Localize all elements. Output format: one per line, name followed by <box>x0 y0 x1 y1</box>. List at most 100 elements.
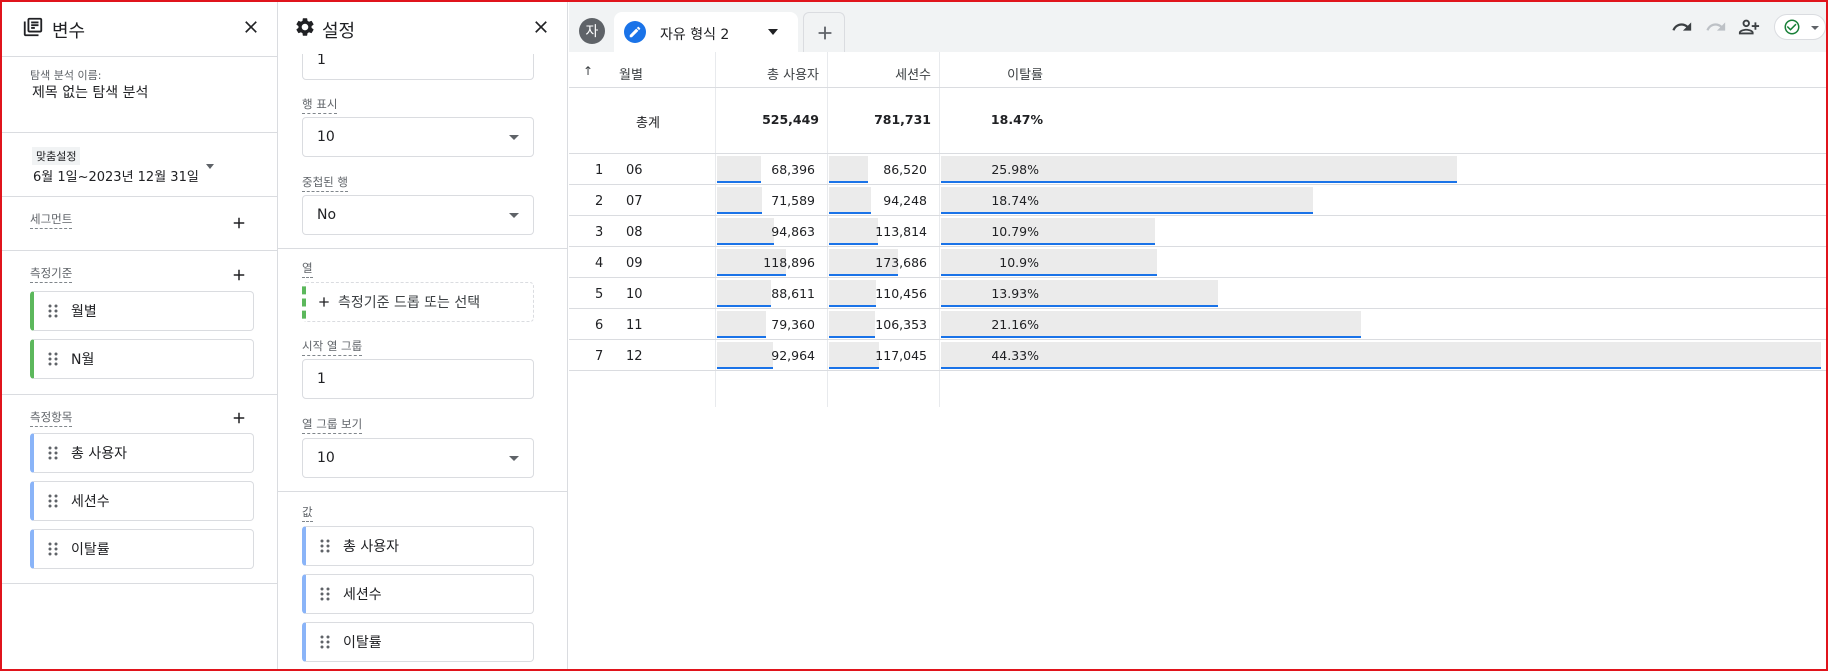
dropdown-arrow-icon <box>509 213 519 218</box>
share-user-icon[interactable] <box>1738 16 1760 38</box>
start-col-group-value: 1 <box>317 371 326 387</box>
table-row[interactable]: 1 06 68,396 86,520 25.98% <box>569 154 1826 185</box>
avatar[interactable]: 자 <box>579 18 605 44</box>
table-row[interactable]: 4 09 118,896 173,686 10.9% <box>569 247 1826 278</box>
users-bar-line <box>717 243 774 245</box>
value-chip[interactable]: 총 사용자 <box>302 526 534 566</box>
drag-handle-icon[interactable] <box>47 352 59 366</box>
value-chip[interactable]: 이탈률 <box>302 622 534 662</box>
drag-handle-icon[interactable] <box>47 542 59 556</box>
main-area: 자 자유 형식 2 ↑ 월별 총 사용자 세션수 이탈률 총계 525,449 … <box>569 2 1826 669</box>
bounce-bar-line <box>941 243 1155 245</box>
row-month: 12 <box>626 349 643 364</box>
table-row[interactable]: 2 07 71,589 94,248 18.74% <box>569 185 1826 216</box>
sessions-bar-line <box>829 274 898 276</box>
add-metric-icon[interactable] <box>230 409 248 427</box>
tab-label: 자유 형식 2 <box>660 27 730 43</box>
columns-drop-zone[interactable]: 측정기준 드롭 또는 선택 <box>302 282 534 322</box>
column-header[interactable]: 세션수 <box>827 64 931 83</box>
row-sessions: 106,353 <box>875 317 927 332</box>
column-header[interactable]: 총 사용자 <box>715 64 819 83</box>
row-sessions: 117,045 <box>875 348 927 363</box>
check-circle-icon <box>1784 19 1800 35</box>
users-bar-line <box>717 181 761 183</box>
divider <box>2 583 277 584</box>
table-row[interactable]: 5 10 88,611 110,456 13.93% <box>569 278 1826 309</box>
start-col-group-label: 시작 열 그룹 <box>302 338 363 356</box>
row-index: 7 <box>595 349 604 364</box>
row-index: 3 <box>595 225 604 240</box>
add-tab-button[interactable] <box>803 12 845 52</box>
chevron-down-icon[interactable] <box>206 164 214 169</box>
segments-section: 세그먼트 <box>2 196 277 250</box>
nested-rows-select[interactable]: No <box>302 195 534 235</box>
bounce-bar-line <box>941 274 1157 276</box>
users-bar-line <box>717 336 766 338</box>
date-range[interactable]: 6월 1일~2023년 12월 31일 <box>33 166 199 185</box>
show-rows-value: 10 <box>317 129 335 145</box>
exploration-name-section: 탐색 분석 이름: 제목 없는 탐색 분석 <box>2 56 277 132</box>
show-col-groups-select[interactable]: 10 <box>302 438 534 478</box>
metric-chip[interactable]: 세션수 <box>30 481 254 521</box>
column-header[interactable]: 월별 <box>619 64 643 83</box>
sort-arrow-icon[interactable]: ↑ <box>583 64 593 78</box>
dimension-chip-label: N월 <box>71 352 95 368</box>
tab-freeform[interactable]: 자유 형식 2 <box>614 12 798 52</box>
date-badge: 맞춤설정 <box>32 147 81 165</box>
dimension-chip-label: 월별 <box>71 304 97 320</box>
drag-handle-icon[interactable] <box>319 587 331 601</box>
metrics-section: 측정항목 총 사용자 세션수 이탈률 <box>2 394 277 583</box>
variables-panel: 변수 탐색 분석 이름: 제목 없는 탐색 분석 맞춤설정 6월 1일~2023… <box>2 2 278 669</box>
table-row[interactable]: 3 08 94,863 113,814 10.79% <box>569 216 1826 247</box>
start-row-value: 1 <box>317 52 326 68</box>
row-sessions: 113,814 <box>875 224 927 239</box>
bounce-bar-line <box>941 336 1361 338</box>
settings-panel-title: 설정 <box>322 21 356 42</box>
status-badge[interactable] <box>1774 14 1826 40</box>
exploration-name[interactable]: 제목 없는 탐색 분석 <box>32 82 148 102</box>
dimension-chip[interactable]: 월별 <box>30 291 254 331</box>
metric-chip[interactable]: 이탈률 <box>30 529 254 569</box>
row-bounce: 18.74% <box>991 193 1039 208</box>
drag-handle-icon[interactable] <box>47 304 59 318</box>
metric-chip-label: 이탈률 <box>71 542 110 558</box>
values-label: 값 <box>302 504 313 522</box>
row-sessions: 173,686 <box>875 255 927 270</box>
value-chip[interactable]: 세션수 <box>302 574 534 614</box>
drag-handle-icon[interactable] <box>47 446 59 460</box>
nested-rows-value: No <box>317 207 337 223</box>
redo-icon[interactable] <box>1705 16 1727 38</box>
sessions-bar-line <box>829 305 876 307</box>
chevron-down-icon[interactable] <box>768 29 778 35</box>
chevron-down-icon[interactable] <box>1811 26 1819 30</box>
dimension-chip[interactable]: N월 <box>30 339 254 379</box>
metric-chip[interactable]: 총 사용자 <box>30 433 254 473</box>
drag-handle-icon[interactable] <box>319 539 331 553</box>
table-row[interactable]: 7 12 92,964 117,045 44.33% <box>569 340 1826 371</box>
undo-icon[interactable] <box>1671 16 1693 38</box>
close-icon[interactable] <box>241 17 261 37</box>
drag-handle-icon[interactable] <box>47 494 59 508</box>
variables-panel-title: 변수 <box>52 21 86 42</box>
row-month: 06 <box>626 163 643 178</box>
bounce-bar <box>941 342 1821 369</box>
add-dimension-icon[interactable] <box>230 266 248 284</box>
row-users: 68,396 <box>771 162 815 177</box>
table-row[interactable]: 6 11 79,360 106,353 21.16% <box>569 309 1826 340</box>
exploration-name-label: 탐색 분석 이름: <box>30 69 102 82</box>
start-col-group-field[interactable]: 1 <box>302 359 534 399</box>
show-rows-select[interactable]: 10 <box>302 117 534 157</box>
gear-icon <box>296 18 314 36</box>
row-sessions: 110,456 <box>875 286 927 301</box>
row-month: 11 <box>626 318 643 333</box>
column-header[interactable]: 이탈률 <box>939 64 1043 83</box>
row-users: 92,964 <box>771 348 815 363</box>
sessions-bar-line <box>829 212 871 214</box>
row-month: 08 <box>626 225 643 240</box>
close-icon[interactable] <box>531 17 551 37</box>
row-month: 10 <box>626 287 643 302</box>
date-range-section[interactable]: 맞춤설정 6월 1일~2023년 12월 31일 <box>2 132 277 196</box>
drag-handle-icon[interactable] <box>319 635 331 649</box>
dropdown-arrow-icon <box>509 456 519 461</box>
add-segment-icon[interactable] <box>230 214 248 232</box>
